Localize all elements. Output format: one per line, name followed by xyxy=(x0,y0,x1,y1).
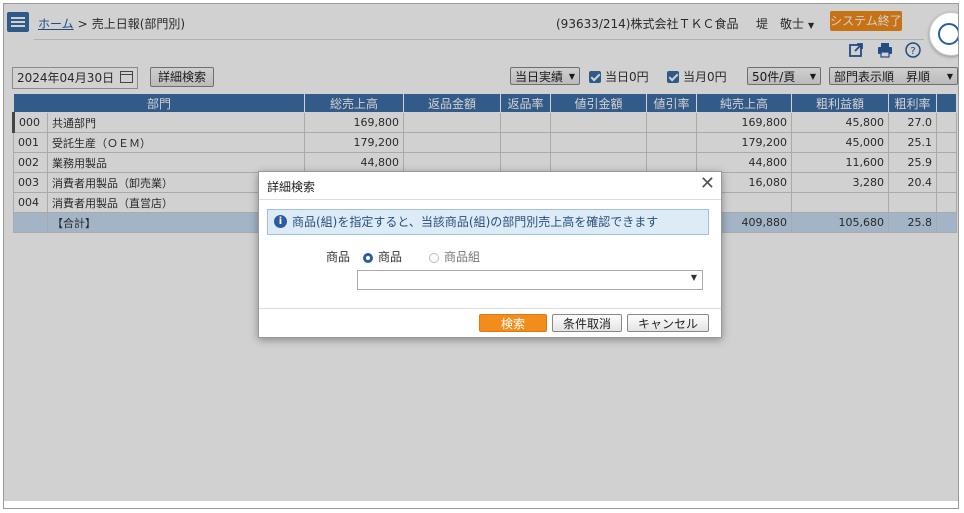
detail-search-dialog: 詳細検索 ✕ i 商品(組)を指定すると、当該商品(組)の部門別売上高を確認でき… xyxy=(258,171,722,338)
radio-group-label: 商品組 xyxy=(444,250,481,264)
info-banner: i 商品(組)を指定すると、当該商品(組)の部門別売上高を確認できます xyxy=(267,209,709,235)
product-select[interactable]: ▼ xyxy=(357,270,703,290)
footer-bar xyxy=(4,501,958,508)
info-icon: i xyxy=(274,215,287,228)
app-frame: ホーム > 売上日報(部門別) (93633/214)株式会社ＴＫＣ食品 堤 敬士 ▼… xyxy=(3,3,959,509)
close-icon[interactable]: ✕ xyxy=(700,173,715,195)
dialog-divider xyxy=(259,199,721,200)
face-icon xyxy=(938,23,958,45)
cancel-button[interactable]: キャンセル xyxy=(627,314,709,332)
product-label: 商品 xyxy=(326,250,351,264)
radio-product-label: 商品 xyxy=(378,250,403,264)
info-text: 商品(組)を指定すると、当該商品(組)の部門別売上高を確認できます xyxy=(292,215,659,229)
radio-product-group[interactable]: 商品組 xyxy=(429,248,480,265)
radio-product[interactable]: 商品 xyxy=(363,248,402,265)
chevron-down-icon: ▼ xyxy=(690,273,697,282)
radio-selected-icon xyxy=(363,253,373,263)
dialog-footer-divider xyxy=(259,308,721,309)
radio-unselected-icon xyxy=(429,253,439,263)
dialog-title: 詳細検索 xyxy=(267,180,316,194)
clear-conditions-button[interactable]: 条件取消 xyxy=(552,314,622,332)
search-button[interactable]: 検索 xyxy=(479,314,547,332)
